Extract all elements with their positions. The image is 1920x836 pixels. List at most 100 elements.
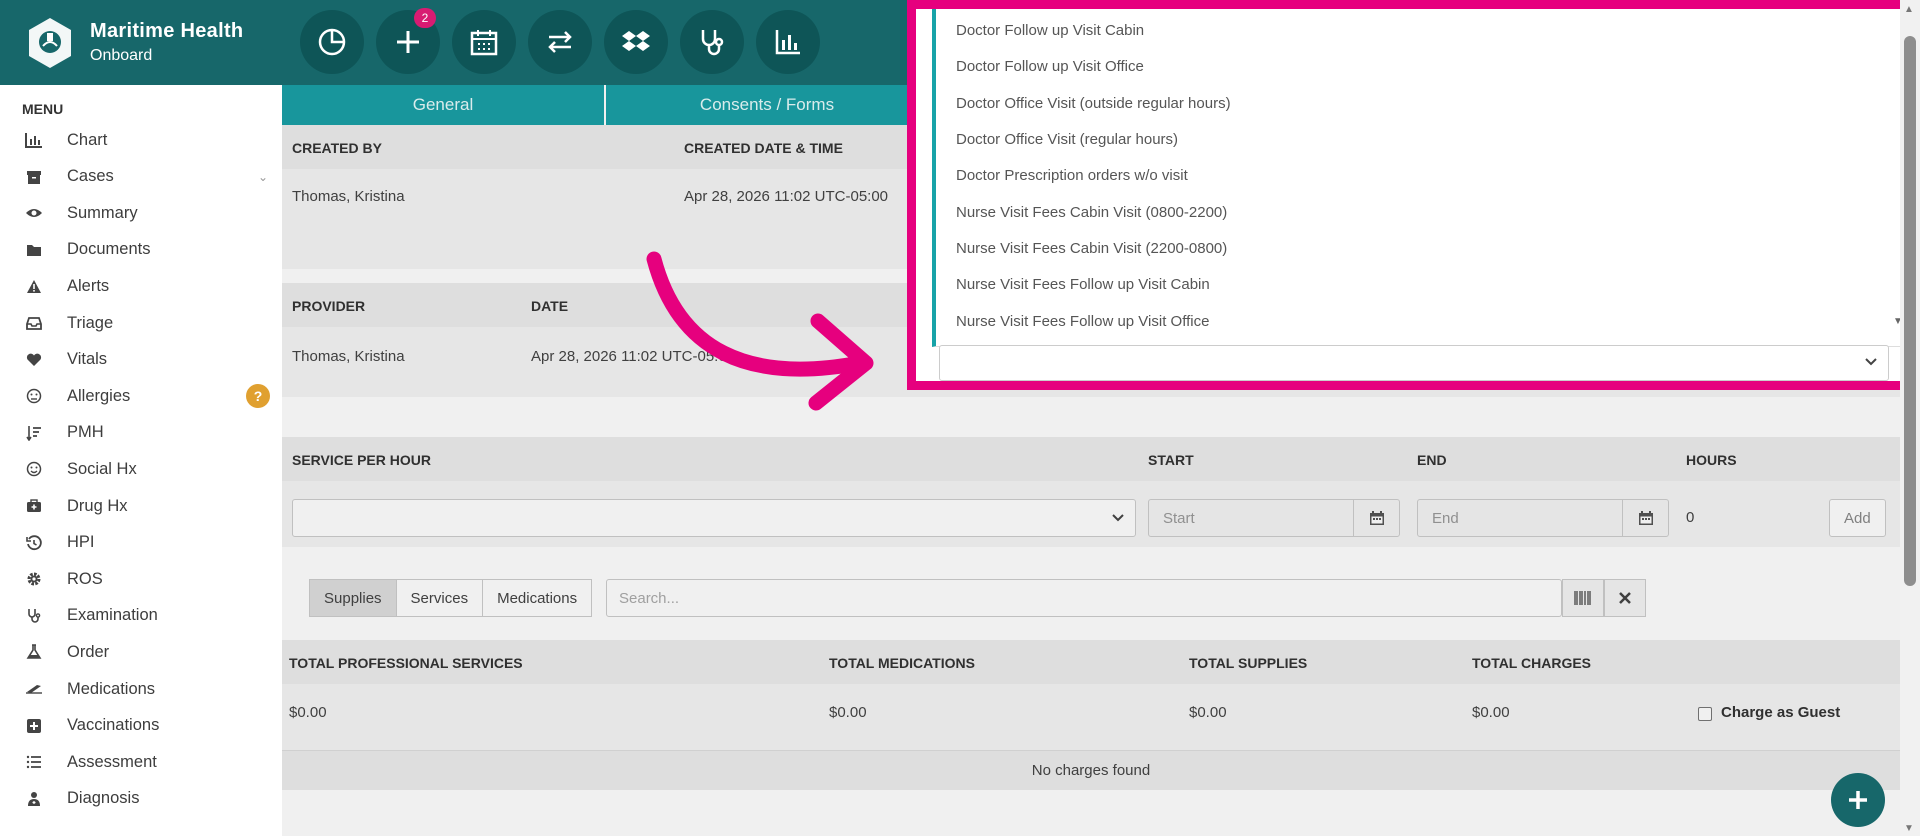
sidebar-item-vitals[interactable]: Vitals (0, 342, 282, 378)
folder-icon (24, 240, 44, 260)
barcode-button[interactable] (1562, 579, 1604, 617)
dropdown-option[interactable]: Doctor Follow up Visit Office (956, 58, 1144, 75)
sidebar: MENU Chart Cases ⌄ Summary Documents Ale… (0, 85, 282, 836)
add-button[interactable]: 2 (376, 8, 440, 74)
sidebar-item-label: HPI (67, 533, 95, 552)
smile-icon (24, 459, 44, 479)
search-input[interactable]: Search... (606, 579, 1562, 617)
sidebar-item-label: Examination (67, 606, 158, 625)
created-by-header: CREATED BY (292, 140, 382, 156)
sidebar-item-label: PMH (67, 423, 104, 442)
dropdown-option[interactable]: Nurse Visit Fees Follow up Visit Office (956, 313, 1209, 330)
help-badge[interactable]: ? (246, 384, 270, 409)
service-select-open[interactable] (939, 345, 1889, 381)
add-button[interactable]: Add (1829, 499, 1886, 537)
dropdown-option[interactable]: Nurse Visit Fees Follow up Visit Cabin (956, 276, 1210, 293)
service-header: SERVICE PER HOUR START END HOURS (282, 437, 1900, 481)
medkit-icon (24, 496, 44, 516)
history-icon (24, 533, 44, 553)
sidebar-item-chart[interactable]: Chart (0, 122, 282, 158)
dropdown-option[interactable]: Doctor Office Visit (regular hours) (956, 131, 1178, 148)
annotation-arrow-icon (646, 251, 874, 411)
supplies-tab[interactable]: Supplies (309, 579, 397, 617)
dropdown-option[interactable]: Doctor Prescription orders w/o visit (956, 167, 1188, 184)
created-date-value: Apr 28, 2026 11:02 UTC-05:00 (684, 188, 889, 205)
start-placeholder: Start (1163, 510, 1195, 527)
provider-value: Thomas, Kristina (292, 348, 405, 365)
sidebar-item-assessment[interactable]: Assessment (0, 744, 282, 780)
add-charge-fab[interactable] (1831, 773, 1885, 827)
sidebar-item-pmh[interactable]: PMH (0, 415, 282, 451)
chevron-double-down-icon[interactable]: ⌄ (258, 170, 268, 184)
sidebar-item-label: Vaccinations (67, 716, 160, 735)
dropbox-button[interactable] (604, 10, 668, 74)
dropdown-option[interactable]: Nurse Visit Fees Cabin Visit (2200-0800) (956, 240, 1227, 257)
calendar-icon[interactable] (1622, 500, 1668, 536)
hours-value: 0 (1686, 509, 1695, 526)
scroll-down-icon[interactable]: ▼ (1904, 823, 1914, 834)
sidebar-item-allergies[interactable]: Allergies ? (0, 378, 282, 414)
tab-general[interactable]: General (282, 85, 606, 125)
reports-button[interactable] (756, 10, 820, 74)
total-charges-header: TOTAL CHARGES (1472, 655, 1592, 671)
sidebar-item-ros[interactable]: ROS (0, 561, 282, 597)
sidebar-item-social-hx[interactable]: Social Hx (0, 451, 282, 487)
scroll-thumb[interactable] (1904, 36, 1916, 586)
sidebar-item-triage[interactable]: Triage (0, 305, 282, 341)
provider-col-header: PROVIDER (292, 298, 366, 314)
transfer-button[interactable] (528, 10, 592, 74)
sidebar-item-label: Summary (67, 203, 138, 222)
sidebar-item-documents[interactable]: Documents (0, 232, 282, 268)
sidebar-item-alerts[interactable]: Alerts (0, 268, 282, 304)
scroll-up-icon[interactable]: ▲ (1904, 4, 1914, 15)
total-services-value: $0.00 (289, 704, 327, 721)
start-input[interactable]: Start (1148, 499, 1400, 537)
plus-icon (1849, 791, 1867, 809)
pie-chart-icon (318, 28, 346, 56)
hours-col-header: HOURS (1686, 452, 1737, 468)
sidebar-item-examination[interactable]: Examination (0, 598, 282, 634)
sidebar-item-label: Assessment (67, 752, 157, 771)
total-services-header: TOTAL PROFESSIONAL SERVICES (289, 655, 523, 671)
tab-consents-forms[interactable]: Consents / Forms (606, 85, 930, 125)
medications-tab[interactable]: Medications (482, 579, 593, 617)
sidebar-item-cases[interactable]: Cases ⌄ (0, 159, 282, 195)
clear-button[interactable] (1604, 579, 1646, 617)
bar-chart-icon (24, 130, 44, 150)
totals-row: $0.00 $0.00 $0.00 $0.00 Charge as Guest (282, 684, 1900, 750)
list-icon (24, 752, 44, 772)
end-input[interactable]: End (1417, 499, 1669, 537)
sidebar-item-medications[interactable]: Medications (0, 671, 282, 707)
sidebar-item-hpi[interactable]: HPI (0, 525, 282, 561)
sidebar-item-order[interactable]: Order (0, 634, 282, 670)
examination-button[interactable] (680, 10, 744, 74)
item-type-toggle: Supplies Services Medications (309, 579, 593, 617)
page-scrollbar[interactable]: ▲ ▼ (1900, 0, 1920, 836)
barcode-icon (1574, 591, 1591, 605)
flask-icon (24, 642, 44, 662)
pill-icon (24, 679, 44, 699)
created-by-value: Thomas, Kristina (292, 188, 405, 205)
service-row: Start End 0 Add (282, 481, 1900, 547)
calendar-icon[interactable] (1353, 500, 1399, 536)
sidebar-item-label: Cases (67, 167, 114, 186)
brand[interactable]: Maritime Health Onboard (0, 0, 282, 85)
created-date-header: CREATED DATE & TIME (684, 140, 843, 156)
total-medications-header: TOTAL MEDICATIONS (829, 655, 975, 671)
sidebar-item-drug-hx[interactable]: Drug Hx (0, 488, 282, 524)
sidebar-item-summary[interactable]: Summary (0, 195, 282, 231)
sidebar-item-diagnosis[interactable]: Diagnosis (0, 781, 282, 817)
dropdown-option[interactable]: Doctor Follow up Visit Cabin (956, 22, 1144, 39)
dropdown-option[interactable]: Doctor Office Visit (outside regular hou… (956, 95, 1231, 112)
charge-as-guest-checkbox[interactable] (1698, 707, 1712, 721)
no-charges-message: No charges found (282, 750, 1900, 790)
service-select[interactable] (292, 499, 1136, 537)
sidebar-item-label: Medications (67, 679, 156, 698)
calendar-button[interactable] (452, 10, 516, 74)
menu-title: MENU (22, 101, 64, 117)
dashboard-button[interactable] (300, 10, 364, 74)
dropdown-option[interactable]: Nurse Visit Fees Cabin Visit (0800-2200) (956, 204, 1227, 221)
services-tab[interactable]: Services (395, 579, 484, 617)
sidebar-item-vaccinations[interactable]: Vaccinations (0, 708, 282, 744)
service-col-header: SERVICE PER HOUR (292, 452, 431, 468)
